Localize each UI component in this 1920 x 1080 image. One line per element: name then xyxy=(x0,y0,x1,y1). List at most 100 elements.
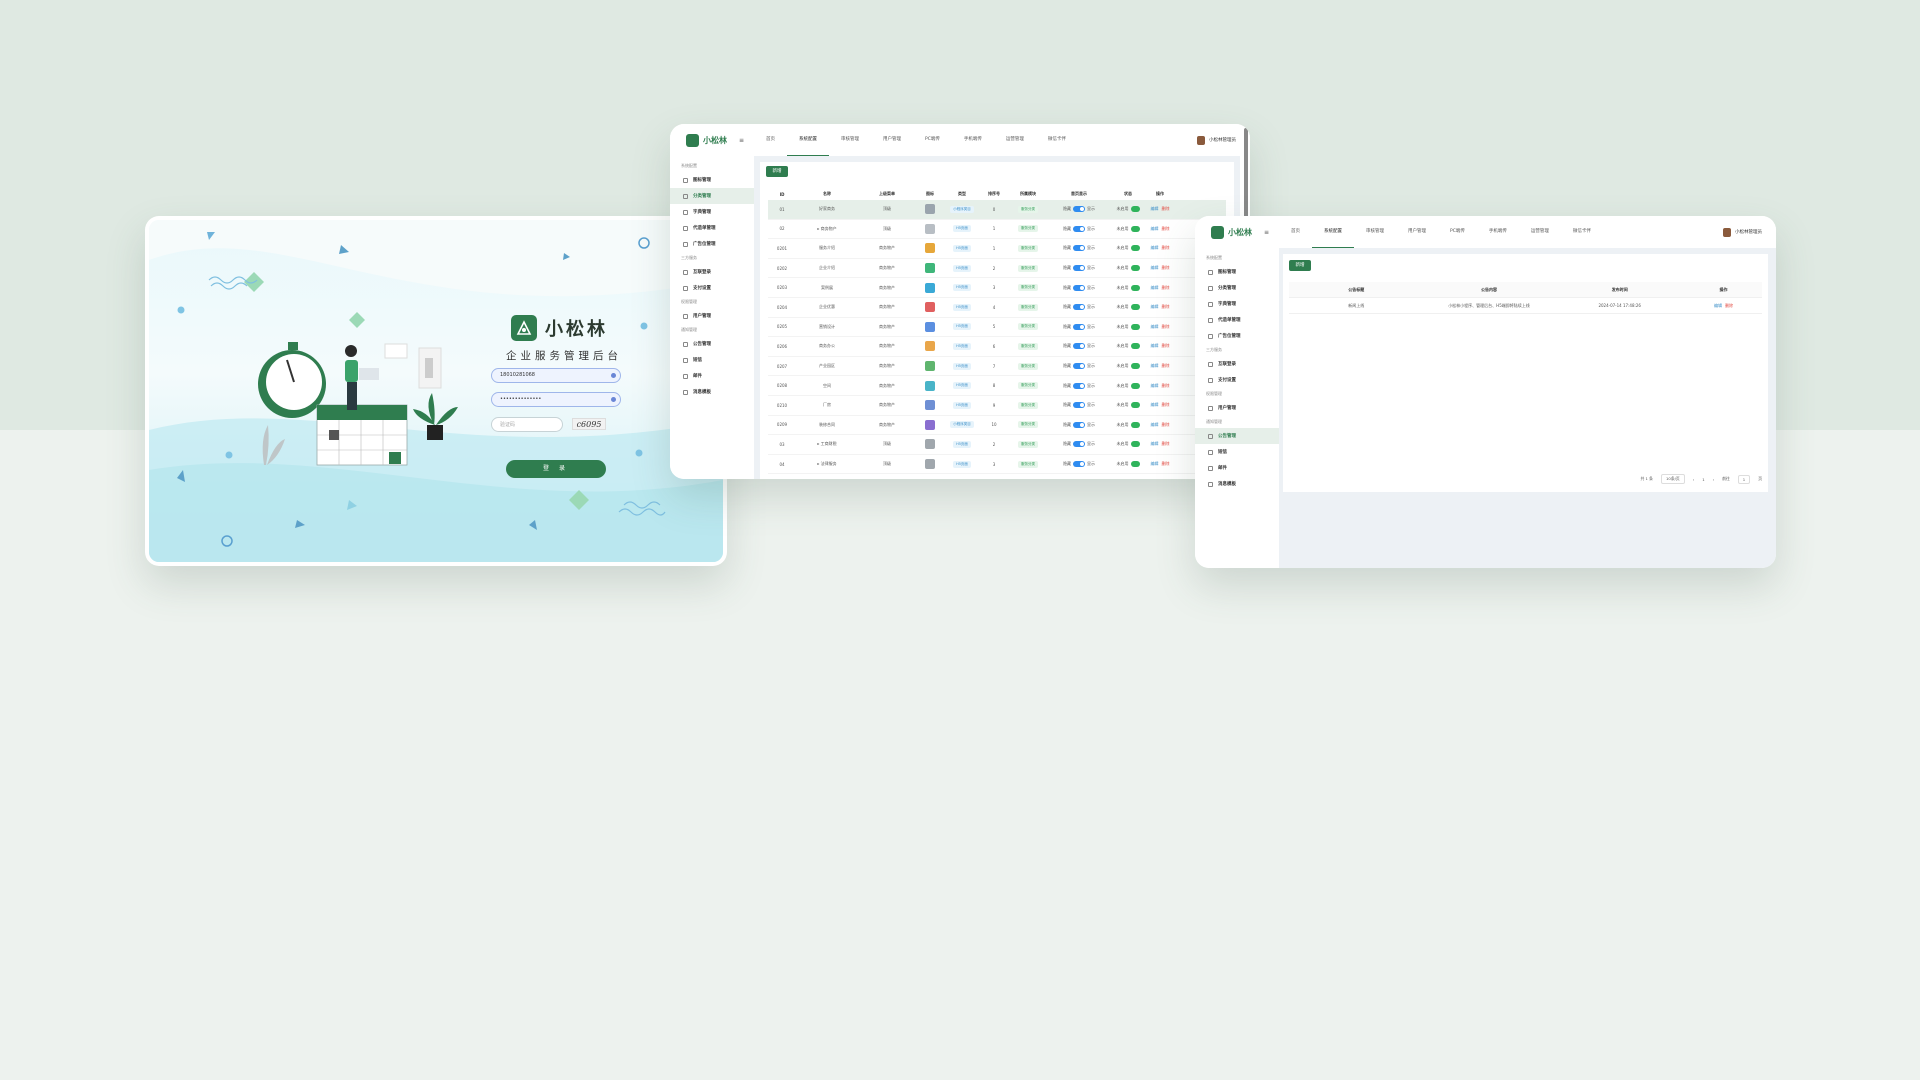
home-show-toggle[interactable] xyxy=(1073,265,1085,272)
sidebar-item[interactable]: 字典管理 xyxy=(670,204,754,220)
table-row[interactable]: 0207 产业园区 商务物产 H5页面 7 服务分类 隐藏 显示 未启用 编辑 删除 xyxy=(768,357,1226,377)
sidebar-item[interactable]: 公告管理 xyxy=(670,336,754,352)
sidebar-item[interactable]: 邮件 xyxy=(670,368,754,384)
edit-link[interactable]: 编辑 xyxy=(1714,303,1722,308)
status-toggle[interactable] xyxy=(1130,363,1140,370)
edit-link[interactable]: 编辑 xyxy=(1151,226,1159,231)
status-toggle[interactable] xyxy=(1130,284,1140,291)
menu-toggle-icon[interactable]: ≡ xyxy=(1264,229,1269,236)
sidebar-item[interactable]: 互联登录 xyxy=(670,264,754,280)
nav-tab[interactable]: 审核管理 xyxy=(829,125,871,156)
nav-tab[interactable]: 首页 xyxy=(754,125,787,156)
user-menu[interactable]: 小松林管理员 xyxy=(1723,227,1762,237)
nav-tab[interactable]: 审核管理 xyxy=(1354,217,1396,248)
captcha-field[interactable]: 验证码 xyxy=(491,417,563,432)
sidebar-item[interactable]: 短信 xyxy=(670,352,754,368)
edit-link[interactable]: 编辑 xyxy=(1151,285,1159,290)
home-show-toggle[interactable] xyxy=(1073,402,1085,409)
nav-tab[interactable]: 微信卡伴 xyxy=(1036,125,1078,156)
table-row[interactable]: 0208 空间 商务物产 H5页面 8 服务分类 隐藏 显示 未启用 编辑 删除 xyxy=(768,376,1226,396)
table-row[interactable]: 0203 案例展 商务物产 H5页面 3 服务分类 隐藏 显示 未启用 编辑 删除 xyxy=(768,278,1226,298)
home-show-toggle[interactable] xyxy=(1073,206,1085,213)
goto-page-input[interactable]: 1 xyxy=(1737,474,1751,484)
home-show-toggle[interactable] xyxy=(1073,363,1085,370)
page-size-select[interactable]: 10条/页 xyxy=(1660,474,1685,484)
home-show-toggle[interactable] xyxy=(1073,461,1085,468)
nav-tab[interactable]: 系统配置 xyxy=(1312,217,1355,248)
user-menu[interactable]: 小松林管理员 xyxy=(1197,135,1236,145)
sidebar-item[interactable]: 用户管理 xyxy=(1195,400,1279,416)
nav-tab[interactable]: 用户管理 xyxy=(1396,217,1438,248)
status-toggle[interactable] xyxy=(1130,206,1140,213)
table-row[interactable]: 03 ▸ 工商财税 顶级 H5页面 2 服务分类 隐藏 显示 未启用 编辑 删除 xyxy=(768,435,1226,455)
home-show-toggle[interactable] xyxy=(1073,323,1085,330)
nav-tab[interactable]: PC端传 xyxy=(1438,217,1477,248)
delete-link[interactable]: 删除 xyxy=(1162,206,1170,211)
edit-link[interactable]: 编辑 xyxy=(1151,265,1159,270)
status-toggle[interactable] xyxy=(1130,461,1140,468)
delete-link[interactable]: 删除 xyxy=(1162,402,1170,407)
table-row[interactable]: 0205 营销设计 商务物产 H5页面 5 服务分类 隐藏 显示 未启用 编辑 删除 xyxy=(768,318,1226,338)
home-show-toggle[interactable] xyxy=(1073,245,1085,252)
delete-link[interactable]: 删除 xyxy=(1162,265,1170,270)
status-toggle[interactable] xyxy=(1130,304,1140,311)
add-button[interactable]: 新增 xyxy=(1289,260,1311,271)
nav-tab[interactable]: 运营管理 xyxy=(994,125,1036,156)
home-show-toggle[interactable] xyxy=(1073,304,1085,311)
home-show-toggle[interactable] xyxy=(1073,421,1085,428)
table-row[interactable]: 02 ▸ 商务物产 顶级 H5页面 1 服务分类 隐藏 显示 未启用 编辑 删除 xyxy=(768,220,1226,240)
edit-link[interactable]: 编辑 xyxy=(1151,343,1159,348)
sidebar-item[interactable]: 支付设置 xyxy=(670,280,754,296)
table-row[interactable]: 0201 服务介绍 商务物产 H5页面 1 服务分类 隐藏 显示 未启用 编辑 删除 xyxy=(768,239,1226,259)
nav-tab[interactable]: 运营管理 xyxy=(1519,217,1561,248)
delete-link[interactable]: 删除 xyxy=(1162,461,1170,466)
sidebar-item[interactable]: 图标管理 xyxy=(670,172,754,188)
sidebar-item[interactable]: 公告管理 xyxy=(1195,428,1279,444)
sidebar-item[interactable]: 分类管理 xyxy=(1195,280,1279,296)
status-toggle[interactable] xyxy=(1130,382,1140,389)
sidebar-item[interactable]: 代造单管理 xyxy=(670,220,754,236)
home-show-toggle[interactable] xyxy=(1073,284,1085,291)
username-field[interactable]: 18010281068 xyxy=(491,368,621,383)
sidebar-item[interactable]: 邮件 xyxy=(1195,460,1279,476)
nav-tab[interactable]: PC端传 xyxy=(913,125,952,156)
nav-tab[interactable]: 首页 xyxy=(1279,217,1312,248)
sidebar-item[interactable]: 用户管理 xyxy=(670,308,754,324)
sidebar-item[interactable]: 广告位管理 xyxy=(1195,328,1279,344)
delete-link[interactable]: 删除 xyxy=(1162,226,1170,231)
edit-link[interactable]: 编辑 xyxy=(1151,363,1159,368)
menu-toggle-icon[interactable]: ≡ xyxy=(739,137,744,144)
current-page[interactable]: 1 xyxy=(1702,477,1704,482)
delete-link[interactable]: 删除 xyxy=(1162,383,1170,388)
edit-link[interactable]: 编辑 xyxy=(1151,441,1159,446)
table-row[interactable]: 0209 装修合同 商务物产 小程序类目 10 服务分类 隐藏 显示 未启用 编辑 删除 xyxy=(768,416,1226,436)
sidebar-item[interactable]: 分类管理 xyxy=(670,188,754,204)
edit-link[interactable]: 编辑 xyxy=(1151,304,1159,309)
status-toggle[interactable] xyxy=(1130,343,1140,350)
status-toggle[interactable] xyxy=(1130,441,1140,448)
home-show-toggle[interactable] xyxy=(1073,343,1085,350)
status-toggle[interactable] xyxy=(1130,245,1140,252)
edit-link[interactable]: 编辑 xyxy=(1151,245,1159,250)
password-field[interactable]: •••••••••••••• xyxy=(491,392,621,407)
sidebar-item[interactable]: 广告位管理 xyxy=(670,236,754,252)
sidebar-item[interactable]: 短信 xyxy=(1195,444,1279,460)
sidebar-item[interactable]: 代造单管理 xyxy=(1195,312,1279,328)
table-row[interactable]: 0210 厂房 商务物产 H5页面 9 服务分类 隐藏 显示 未启用 编辑 删除 xyxy=(768,396,1226,416)
login-button[interactable]: 登 录 xyxy=(506,460,606,478)
nav-tab[interactable]: 系统配置 xyxy=(787,125,830,156)
sidebar-item[interactable]: 支付设置 xyxy=(1195,372,1279,388)
status-toggle[interactable] xyxy=(1130,402,1140,409)
table-row[interactable]: 0202 企业介绍 商务物产 H5页面 2 服务分类 隐藏 显示 未启用 编辑 删除 xyxy=(768,259,1226,279)
prev-page-icon[interactable]: ‹ xyxy=(1693,477,1695,482)
table-row[interactable]: 01 好家商务 顶级 小程序类目 0 服务分类 隐藏 显示 未启用 编辑 删除 xyxy=(768,200,1226,220)
home-show-toggle[interactable] xyxy=(1073,441,1085,448)
sidebar-item[interactable]: 图标管理 xyxy=(1195,264,1279,280)
delete-link[interactable]: 删除 xyxy=(1162,363,1170,368)
status-toggle[interactable] xyxy=(1130,225,1140,232)
home-show-toggle[interactable] xyxy=(1073,382,1085,389)
delete-link[interactable]: 删除 xyxy=(1725,303,1733,308)
edit-link[interactable]: 编辑 xyxy=(1151,402,1159,407)
edit-link[interactable]: 编辑 xyxy=(1151,422,1159,427)
nav-tab[interactable]: 手机端传 xyxy=(1477,217,1519,248)
